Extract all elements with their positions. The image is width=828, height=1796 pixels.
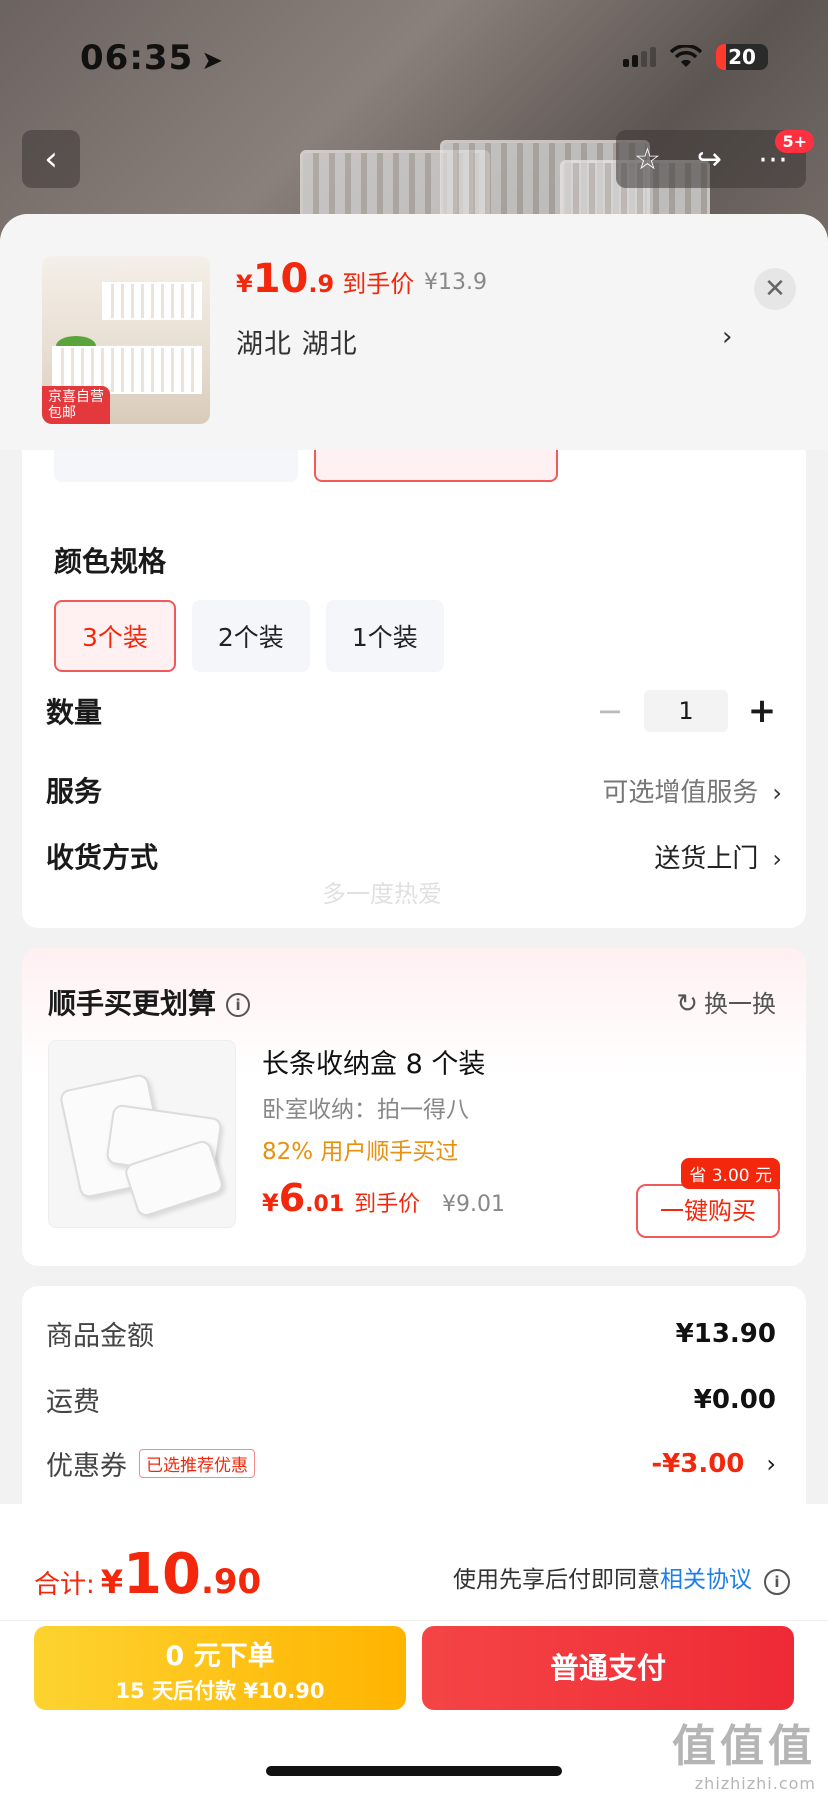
pay-later-button[interactable]: 0 元下单 15 天后付款 ¥10.90 [34,1626,406,1710]
location-arrow-icon: ➤ [201,46,225,76]
info-icon[interactable]: i [226,993,251,1017]
recommend-card: 顺手买更划算 i ↻ 换一换 长条收纳盒 8 个装 卧室收纳：拍一得八 82% 用户… [22,948,806,1266]
delivery-region[interactable]: 湖北 湖北 [236,322,358,361]
service-value: 可选增值服务 [602,777,759,808]
wifi-icon [669,44,703,69]
goods-amount-label: 商品金额 [46,1321,154,1352]
save-badge: 省 3.00 元 [681,1158,780,1189]
free-shipping-tag: 京喜自营 包邮 [42,386,110,424]
coupon-label: 优惠券 已选推荐优惠 [46,1444,255,1483]
site-watermark-logo: 值值值 zhizhizhi.com [672,1721,816,1793]
battery-icon: 20 [716,44,768,70]
info-icon[interactable]: i [764,1569,790,1595]
recommend-price: ¥6.01 到手价 [262,1176,421,1220]
chevron-right-icon: › [772,778,782,807]
recommend-purchase-rate: 82% 用户顺手买过 [262,1139,459,1165]
total-amount: 合计: ¥10.90 [34,1542,262,1607]
spec-options: 3个装 2个装 1个装 [54,600,444,672]
back-button[interactable]: ‹ [22,130,80,188]
quantity-stepper: − 1 + [590,690,782,732]
recommend-original-price: ¥9.01 [442,1192,505,1217]
spec-option[interactable]: 2个装 [191,600,310,672]
quantity-input[interactable]: 1 [644,690,728,732]
shipping-row: 运费 ¥0.00 [46,1380,776,1419]
share-icon[interactable]: ↪ [697,142,722,177]
delivery-row[interactable]: 收货方式 送货上门 › [46,836,782,876]
close-button[interactable]: ✕ [754,268,796,310]
shipping-label: 运费 [46,1387,100,1418]
close-icon: ✕ [764,274,786,304]
chevron-right-icon[interactable]: › [722,322,732,352]
message-badge: 5+ [775,130,814,153]
spec-option[interactable]: 3个装 [54,600,176,672]
pay-now-button[interactable]: 普通支付 [422,1626,794,1710]
delivery-value: 送货上门 [654,843,759,874]
plus-button[interactable]: + [742,691,782,731]
goods-amount-row: 商品金额 ¥13.90 [46,1314,776,1353]
chevron-left-icon: ‹ [44,139,58,179]
option-partial[interactable] [54,450,298,482]
color-spec-title: 颜色规格 [54,545,167,578]
final-price: ¥10.9 到手价 [236,256,415,302]
cellular-signal-icon [623,47,656,67]
sheet-header: 京喜自营 包邮 ¥10.9 到手价 ¥13.9 湖北 湖北 › ✕ [0,214,828,450]
spec-card: 颜色规格 3个装 2个装 1个装 数量 − 1 + 服务 可选增值服务 › 收货方… [22,450,806,928]
refresh-button[interactable]: ↻ 换一换 [676,984,776,1019]
coupon-row[interactable]: 优惠券 已选推荐优惠 -¥3.00 › [46,1444,776,1483]
option-partial-selected[interactable] [314,450,558,482]
spec-option[interactable]: 1个装 [325,600,444,672]
minus-button[interactable]: − [590,692,630,730]
quantity-row: 数量 − 1 + [46,690,782,732]
checkout-bar: 合计: ¥10.90 使用先享后付即同意相关协议 i 0 元下单 15 天后付款 ¥… [0,1504,828,1796]
recommend-product-image[interactable] [48,1040,236,1228]
original-price: ¥13.9 [424,270,487,295]
goods-amount-value: ¥13.90 [675,1318,776,1349]
coupon-value: -¥3.00 [651,1448,745,1479]
service-row[interactable]: 服务 可选增值服务 › [46,770,782,810]
divider [0,1620,828,1621]
quantity-label: 数量 [46,696,103,729]
recommend-title: 顺手买更划算 i [48,982,251,1022]
recommend-product-subtitle: 卧室收纳：拍一得八 [262,1097,469,1123]
status-time: 06:35 ➤ [80,38,225,78]
recommend-product-name[interactable]: 长条收纳盒 8 个装 [262,1042,485,1081]
refresh-icon: ↻ [676,989,698,1019]
product-thumbnail: 京喜自营 包邮 [42,256,210,424]
one-click-buy-button[interactable]: 一键购买 [636,1184,780,1238]
agreement-text: 使用先享后付即同意相关协议 i [453,1560,790,1595]
service-label: 服务 [46,775,103,808]
summary-card: 商品金额 ¥13.90 运费 ¥0.00 优惠券 已选推荐优惠 -¥3.00 › [22,1286,806,1526]
coupon-tag: 已选推荐优惠 [139,1449,255,1478]
delivery-label: 收货方式 [46,841,159,874]
shipping-value: ¥0.00 [693,1384,776,1415]
home-indicator[interactable] [266,1766,562,1776]
agreement-link[interactable]: 相关协议 [660,1567,752,1593]
watermark-text: 多一度热爱 [322,880,442,908]
chevron-right-icon: › [772,844,782,873]
chevron-right-icon: › [766,1449,776,1478]
status-icons: 20 [623,44,768,70]
star-icon[interactable]: ☆ [634,142,661,177]
